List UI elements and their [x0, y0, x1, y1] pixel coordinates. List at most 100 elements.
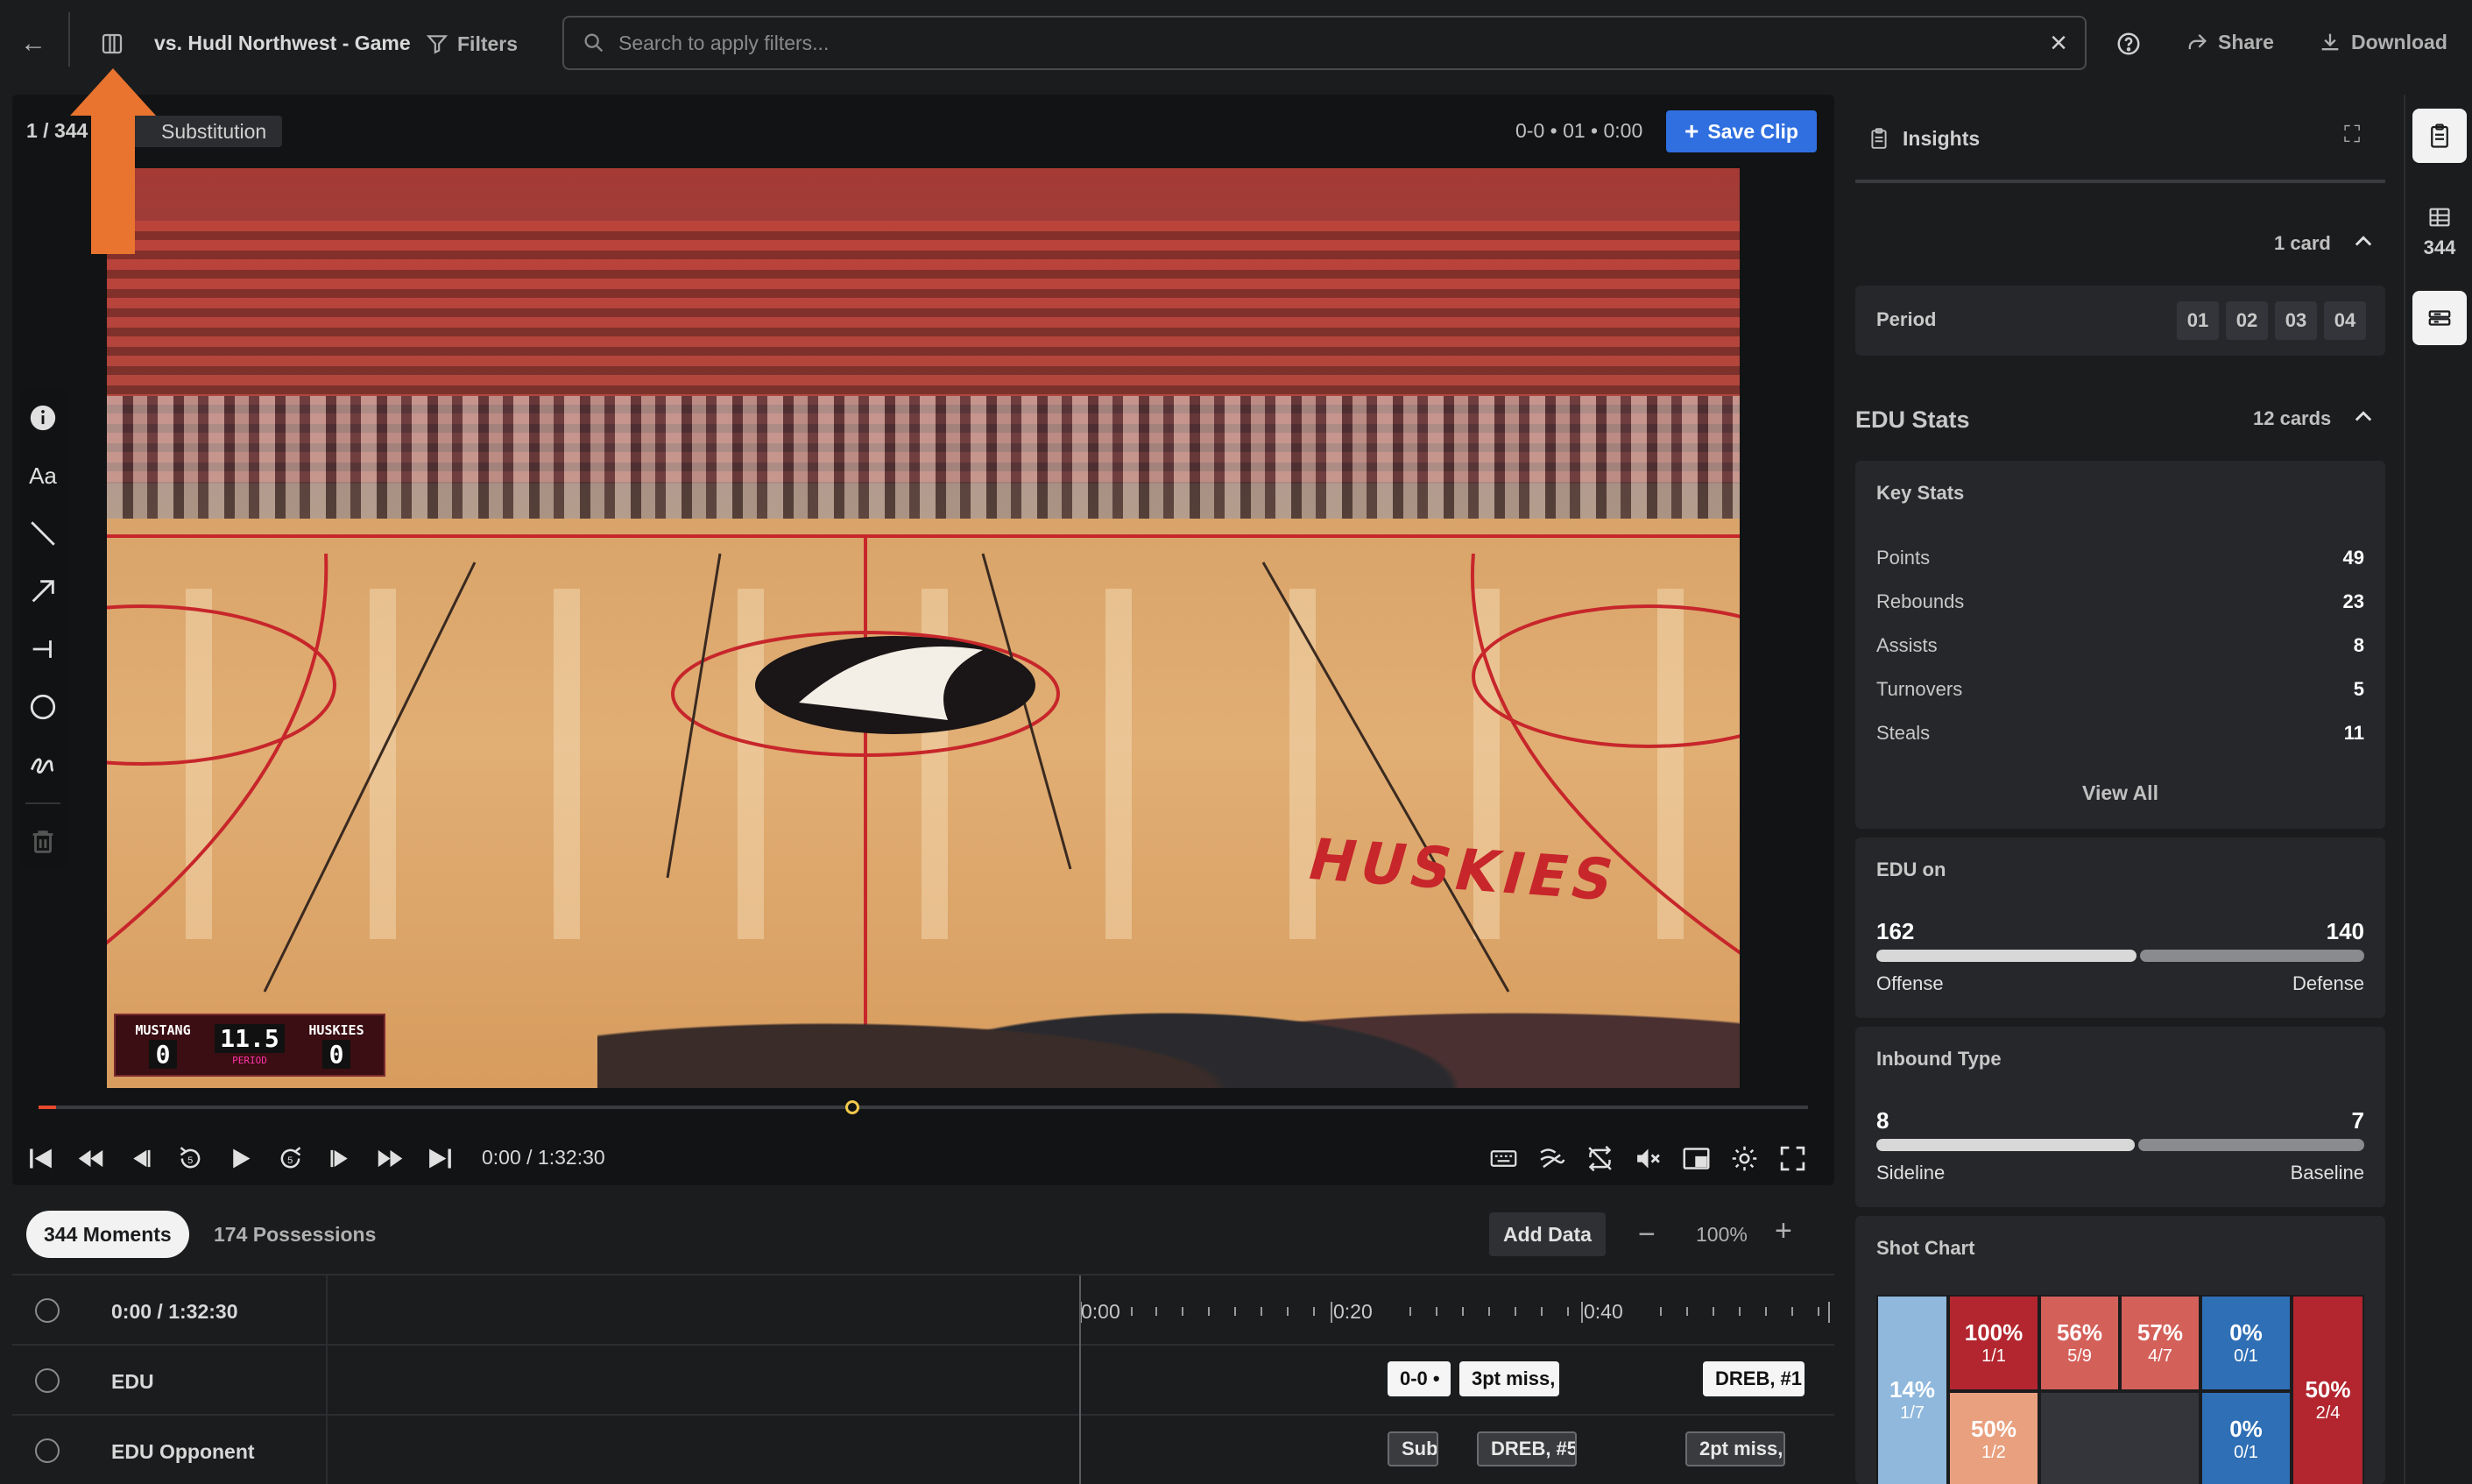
stat-row: Points 49 [1876, 547, 2364, 569]
settings-gear-icon[interactable] [1730, 1144, 1759, 1173]
skip-to-start-icon[interactable] [26, 1144, 55, 1173]
back-5-seconds-icon[interactable]: 5 [176, 1144, 205, 1173]
table-rail-button[interactable] [2412, 198, 2467, 237]
row-label: EDU Opponent [111, 1440, 255, 1463]
stat-row: Assists 8 [1876, 634, 2364, 657]
zone-frac: 0/1 [2234, 1443, 2258, 1462]
select-all-checkbox[interactable] [35, 1298, 60, 1323]
stat-value: 8 [2353, 634, 2364, 656]
text-tool-icon[interactable]: Aa [25, 456, 60, 496]
telestration-icon[interactable] [1537, 1144, 1566, 1173]
event-chip[interactable]: 0-0 • [1388, 1361, 1451, 1396]
keyboard-icon[interactable] [1489, 1144, 1518, 1173]
chevron-up-icon[interactable] [2351, 230, 2376, 254]
divider [68, 12, 70, 67]
rewind-icon[interactable] [76, 1144, 105, 1173]
arrow-tool-icon[interactable] [25, 571, 60, 611]
fullscreen-icon[interactable] [1778, 1144, 1807, 1173]
add-data-button[interactable]: Add Data [1489, 1212, 1606, 1256]
event-chip[interactable]: 2pt miss, [1685, 1431, 1785, 1466]
forward-5-seconds-icon[interactable]: 5 [276, 1144, 305, 1173]
row-checkbox[interactable] [35, 1438, 60, 1463]
row-label: EDU [111, 1370, 154, 1393]
zone-pct: 100% [1964, 1319, 2024, 1346]
shot-zone[interactable]: 50% 1/2 [1948, 1391, 2039, 1484]
tab-moments[interactable]: 344 Moments [26, 1211, 189, 1258]
foreground-crowd [597, 939, 1740, 1088]
shot-zone[interactable]: 0% 0/1 [2200, 1295, 2292, 1391]
help-icon[interactable] [2113, 26, 2144, 61]
search-bar[interactable]: × [562, 16, 2087, 70]
row-checkbox[interactable] [35, 1368, 60, 1393]
period-button[interactable]: 02 [2226, 301, 2268, 340]
line-tool-icon[interactable] [25, 513, 60, 554]
next-frame-icon[interactable] [326, 1144, 355, 1173]
scoreboard-left: MUSTANG 0 [116, 1015, 210, 1075]
left-team-score: 0 [148, 1039, 178, 1069]
data-rail-button[interactable] [2412, 291, 2467, 345]
baseline-label: Baseline [2290, 1162, 2364, 1184]
stat-name: Turnovers [1876, 678, 1963, 700]
loop-off-icon[interactable] [1586, 1144, 1614, 1173]
search-input[interactable] [618, 31, 2051, 55]
shot-zone[interactable]: 50% 2/4 [2292, 1295, 2364, 1484]
fast-forward-icon[interactable] [376, 1144, 405, 1173]
shot-chart-card: Shot Chart 14% 1/7 100% 1/1 56% 5/9 57% 4/7 … [1855, 1216, 2385, 1484]
filter-icon [426, 35, 448, 54]
zoom-in-button[interactable]: + [1775, 1214, 1792, 1248]
skip-to-end-icon[interactable] [426, 1144, 455, 1173]
shot-zone[interactable]: 14% 1/7 [1876, 1295, 1948, 1484]
circle-tool-icon[interactable] [25, 687, 60, 727]
section-title: EDU Stats [1855, 406, 1970, 433]
period-label: PERIOD [232, 1055, 267, 1066]
card-title: Shot Chart [1876, 1237, 1975, 1259]
t-line-tool-icon[interactable] [25, 629, 60, 669]
expand-icon[interactable]: ⛶ [2344, 121, 2360, 149]
sideline-label: Sideline [1876, 1162, 1946, 1184]
info-icon[interactable] [25, 398, 60, 438]
shot-zone[interactable]: 57% 4/7 [2120, 1295, 2200, 1391]
period-button[interactable]: 03 [2275, 301, 2317, 340]
event-chip[interactable]: DREB, #1 [1703, 1361, 1805, 1396]
mute-icon[interactable] [1634, 1144, 1663, 1173]
orange-pointer-arrow-icon [70, 68, 156, 254]
key-stats-card: Key Stats Points 49 Rebounds 23 Assists 8 T… [1855, 461, 2385, 829]
event-chip[interactable]: DREB, #5 [1477, 1431, 1577, 1466]
zone-pct: 0% [2229, 1319, 2263, 1346]
view-all-link[interactable]: View All [1855, 781, 2385, 805]
clear-search-icon[interactable]: × [2050, 28, 2067, 58]
shot-zone[interactable]: 56% 5/9 [2039, 1295, 2120, 1391]
period-button[interactable]: 04 [2324, 301, 2366, 340]
period-button[interactable]: 01 [2177, 301, 2219, 340]
sideline-value: 8 [1876, 1107, 1889, 1134]
timeline-header-row: 0:00 / 1:32:30 0:00 0:20 0:40 [12, 1276, 1834, 1346]
timeline-row-edu-opponent[interactable]: EDU Opponent Sub DREB, #5 2pt miss, [12, 1416, 1834, 1484]
save-clip-button[interactable]: + Save Clip [1666, 110, 1817, 152]
chevron-up-icon[interactable] [2351, 405, 2376, 429]
split-values: 162 140 [1876, 918, 2364, 945]
tab-possessions[interactable]: 174 Possessions [214, 1223, 376, 1247]
panel-toggle-icon[interactable] [96, 26, 128, 61]
table-icon [2429, 208, 2450, 227]
previous-frame-icon[interactable] [126, 1144, 155, 1173]
play-icon[interactable] [226, 1144, 255, 1173]
shot-chart[interactable]: 14% 1/7 100% 1/1 56% 5/9 57% 4/7 0% 0/1 50% 2/… [1876, 1295, 2364, 1484]
scrubber-track[interactable] [39, 1106, 1808, 1109]
insights-rail-button[interactable] [2412, 109, 2467, 163]
event-chip[interactable]: Sub [1388, 1431, 1438, 1466]
trash-icon[interactable] [25, 822, 60, 862]
download-button[interactable]: Download [2318, 30, 2447, 54]
video-frame[interactable]: HUSKIES MUSTANG 0 11.5 PERIOD HUSKIES 0 [107, 168, 1740, 1088]
zoom-out-button[interactable]: − [1638, 1218, 1656, 1252]
freehand-tool-icon[interactable] [25, 745, 60, 785]
filters-button[interactable]: Filters [426, 28, 518, 60]
shot-zone[interactable]: 100% 1/1 [1948, 1295, 2039, 1391]
annotation-toolbar: Aa [18, 389, 68, 866]
picture-in-picture-icon[interactable] [1682, 1144, 1711, 1173]
shot-zone[interactable]: 0% 0/1 [2200, 1391, 2292, 1484]
share-button[interactable]: Share [2185, 30, 2274, 54]
back-arrow-icon[interactable]: ← [16, 26, 51, 61]
stat-row: Rebounds 23 [1876, 590, 2364, 613]
timeline-row-edu[interactable]: EDU 0-0 • 3pt miss, DREB, #1 [12, 1346, 1834, 1416]
event-chip[interactable]: 3pt miss, [1459, 1361, 1559, 1396]
